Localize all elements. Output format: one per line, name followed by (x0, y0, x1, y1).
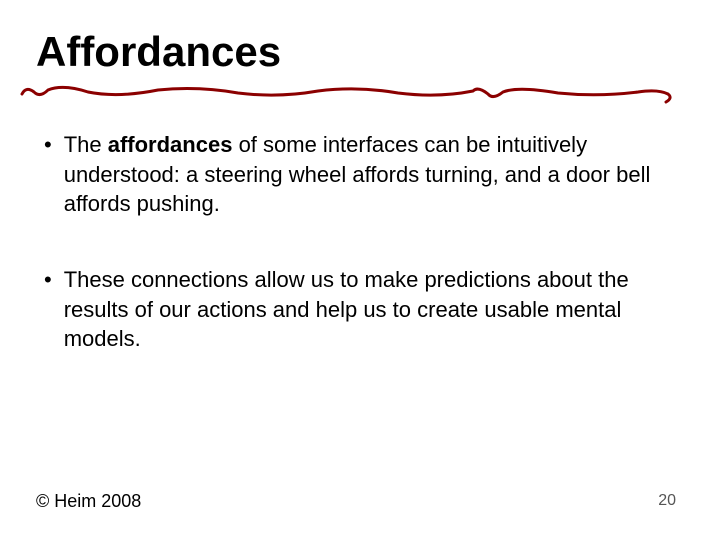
bullet-text-suffix: These connections allow us to make predi… (64, 267, 629, 351)
bullet-item: • These connections allow us to make pre… (44, 265, 660, 354)
slide-title: Affordances (36, 28, 281, 76)
bullet-mark-icon: • (44, 265, 52, 295)
page-number: 20 (658, 492, 676, 510)
bullet-text: These connections allow us to make predi… (64, 265, 660, 354)
slide-content: • The affordances of some interfaces can… (44, 130, 660, 400)
bullet-text-prefix: The (64, 132, 108, 157)
bullet-mark-icon: • (44, 130, 52, 160)
copyright-text: © Heim 2008 (36, 491, 141, 512)
bullet-text-bold: affordances (108, 132, 233, 157)
decorative-underline (18, 82, 678, 106)
bullet-text: The affordances of some interfaces can b… (64, 130, 660, 219)
bullet-item: • The affordances of some interfaces can… (44, 130, 660, 219)
